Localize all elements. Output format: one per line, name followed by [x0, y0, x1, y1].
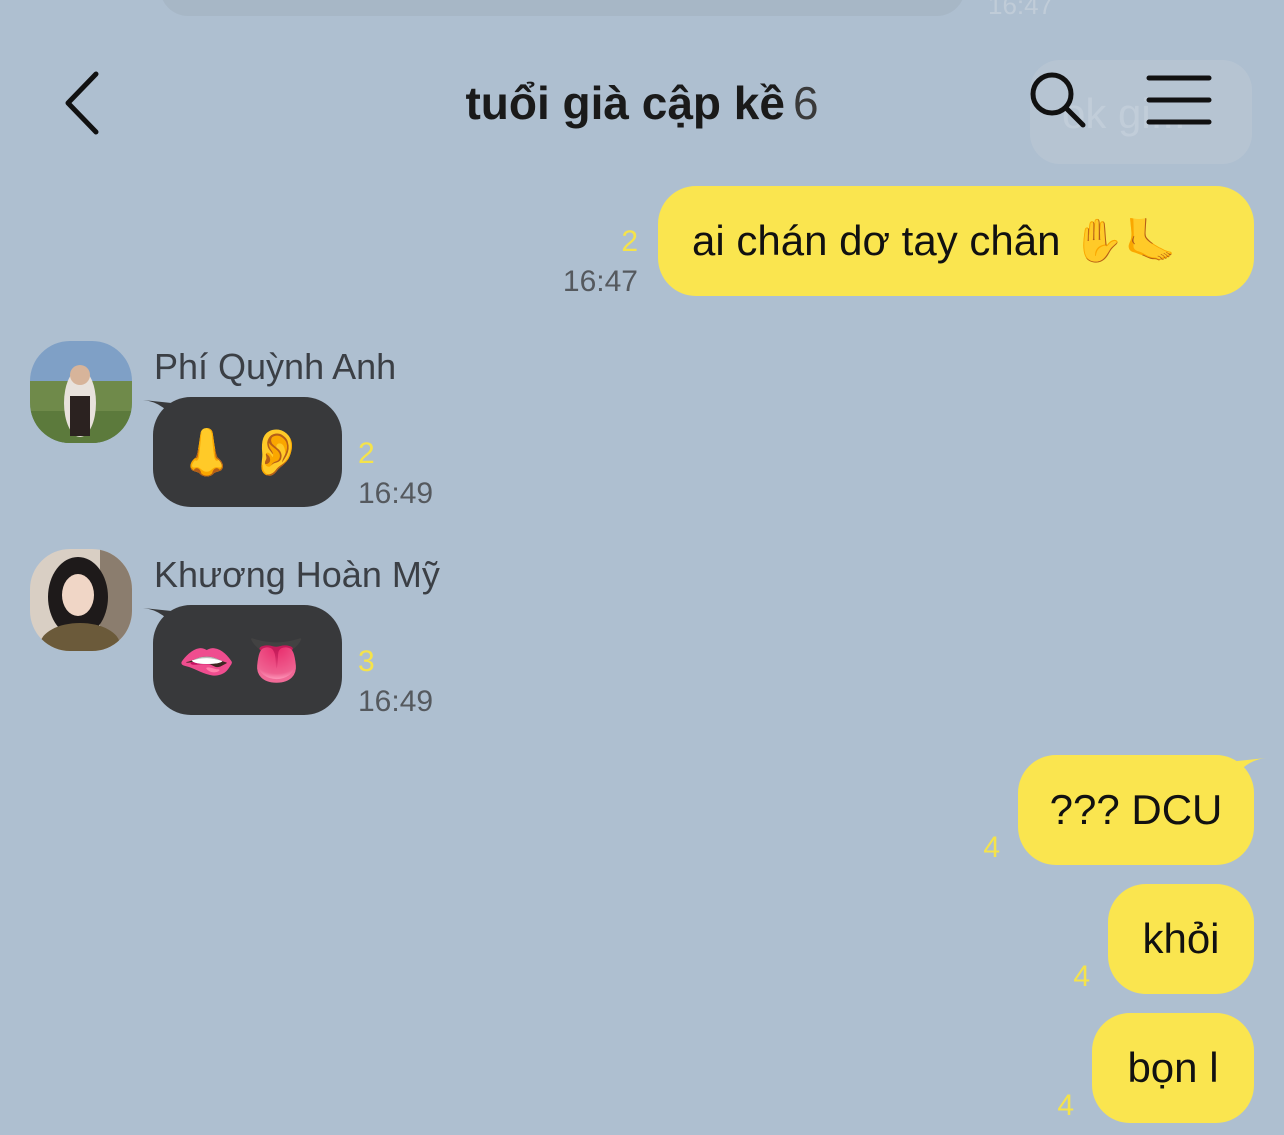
- hamburger-menu-icon: [1146, 75, 1212, 125]
- unread-count: 2: [358, 437, 375, 470]
- faded-previous-bubble: [160, 0, 965, 16]
- message-time: 16:49: [358, 685, 434, 718]
- sender-name: Phí Quỳnh Anh: [154, 346, 397, 387]
- my-message-bubble[interactable]: ai chán dơ tay chân ✋🦶: [658, 186, 1254, 296]
- avatar-photo-portrait: [30, 549, 132, 651]
- menu-button[interactable]: [1146, 74, 1212, 126]
- other-message-bubble[interactable]: 🫦👅: [153, 605, 342, 715]
- other-message-bubble[interactable]: 👃👂: [153, 397, 342, 507]
- unread-count: 4: [1057, 1089, 1074, 1122]
- message-meta: 4: [960, 828, 1000, 868]
- sender-name: Khương Hoàn Mỹ: [154, 554, 440, 595]
- avatar[interactable]: [30, 341, 132, 443]
- message-text: ??? DCU: [1049, 786, 1223, 833]
- message-time: 16:49: [358, 477, 434, 510]
- my-message-bubble[interactable]: ??? DCU: [1018, 755, 1254, 865]
- faded-previous-time: 16:47: [988, 0, 1054, 20]
- member-count: 6: [792, 77, 819, 129]
- unread-count: 4: [1073, 960, 1090, 993]
- unread-count: 2: [621, 225, 638, 258]
- my-message-bubble[interactable]: bọn l: [1092, 1013, 1254, 1123]
- message-text: 👃👂: [178, 425, 317, 478]
- message-meta: 4: [1050, 957, 1090, 997]
- message-meta: 2 16:49: [358, 434, 433, 514]
- my-message-bubble[interactable]: khỏi: [1108, 884, 1254, 994]
- search-icon: [1030, 72, 1086, 128]
- message-text: bọn l: [1127, 1044, 1219, 1091]
- chat-header: tuổi già cập kề 6: [0, 30, 1284, 180]
- message-time: 16:47: [562, 265, 638, 298]
- message-meta: 3 16:49: [358, 642, 433, 722]
- unread-count: 3: [358, 645, 375, 678]
- message-meta: 4: [1034, 1086, 1074, 1126]
- message-text: 🫦👅: [178, 633, 317, 686]
- chat-title: tuổi già cập kề 6: [0, 76, 1284, 130]
- chat-title-text: tuổi già cập kề: [465, 77, 785, 129]
- message-text: ai chán dơ tay chân ✋🦶: [692, 216, 1177, 264]
- avatar-photo-field: [30, 341, 132, 443]
- message-meta: 2 16:47: [540, 222, 638, 302]
- avatar[interactable]: [30, 549, 132, 651]
- message-text: khỏi: [1142, 915, 1220, 962]
- search-button[interactable]: [1028, 70, 1088, 130]
- unread-count: 4: [983, 831, 1000, 864]
